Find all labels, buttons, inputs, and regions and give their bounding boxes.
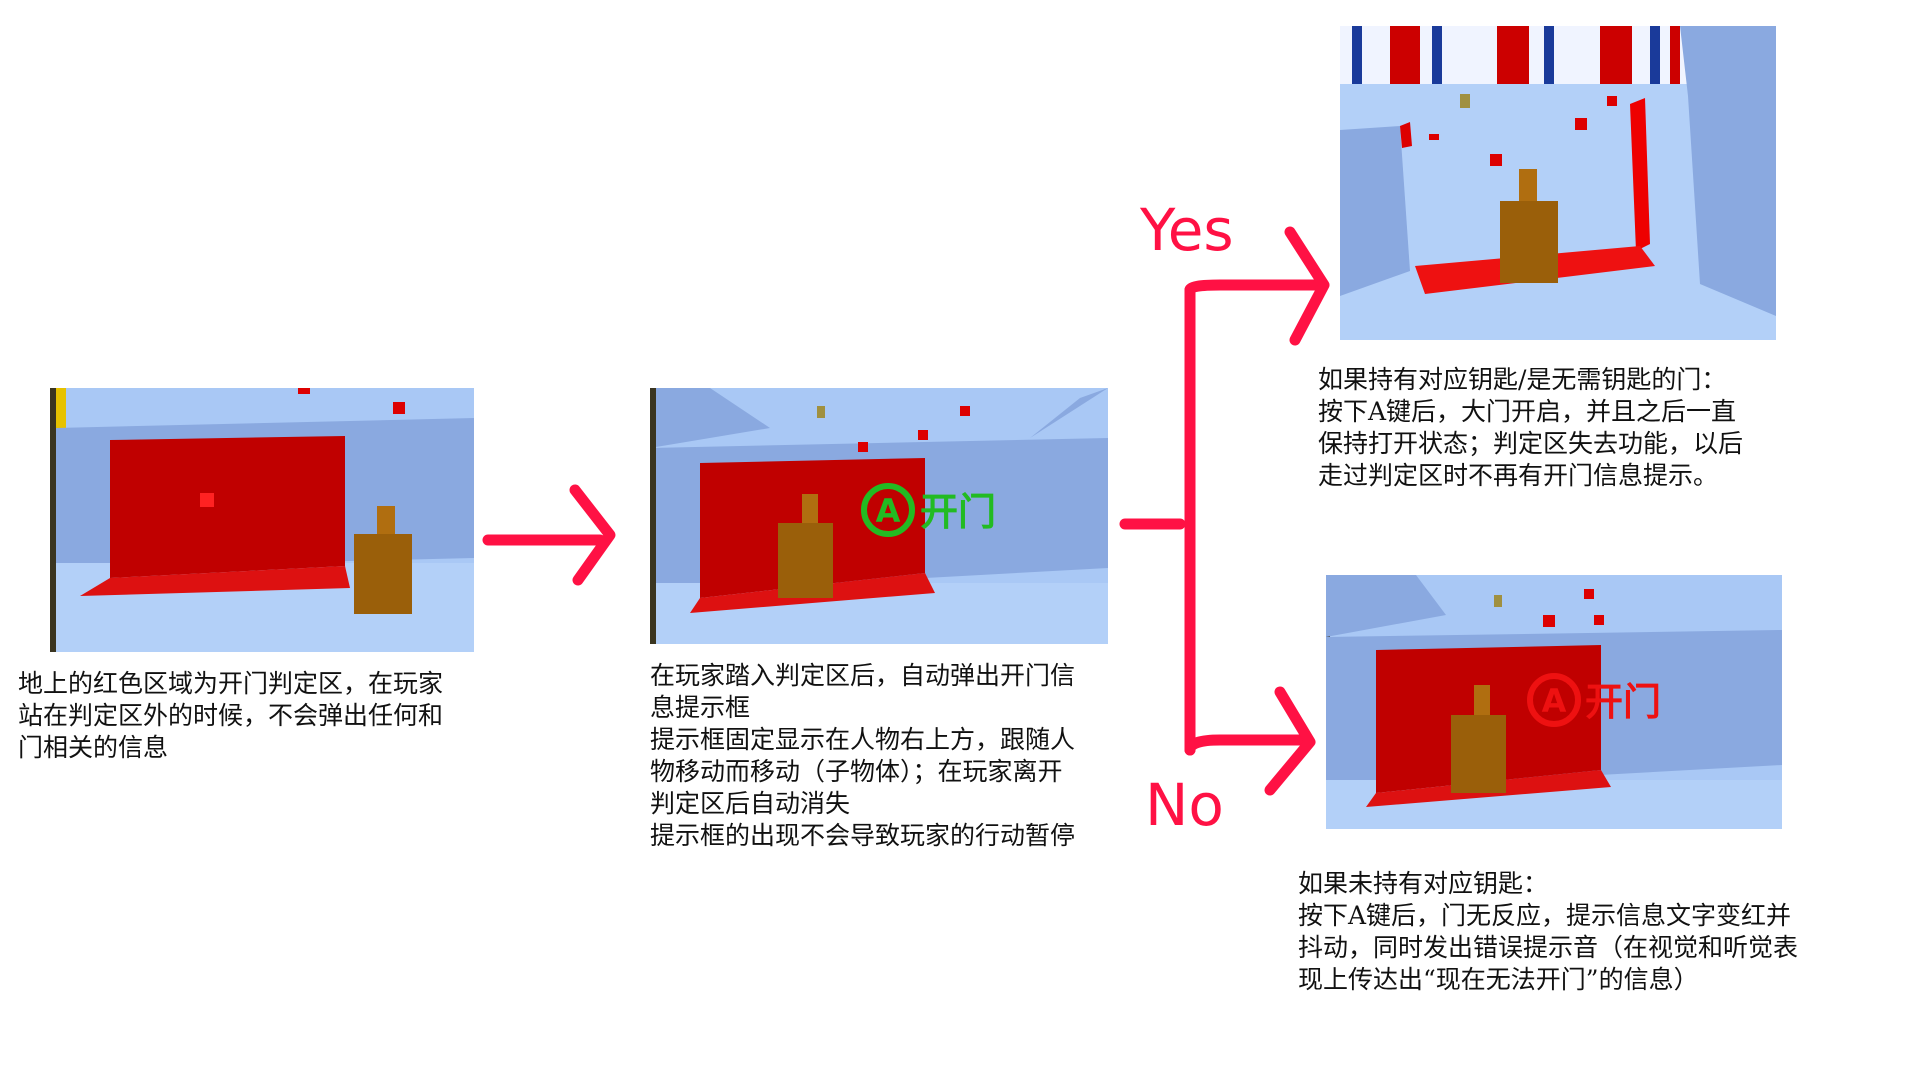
caption-inside-zone: 在玩家踏入判定区后，自动弹出开门信 息提示框 提示框固定显示在人物右上方，跟随人… (650, 661, 1076, 850)
prompt-text: 开门 (920, 490, 996, 534)
red-marker (1607, 96, 1617, 106)
character-body (1451, 715, 1506, 793)
character-head (802, 494, 818, 524)
red-marker (1584, 589, 1594, 599)
red-marker (1594, 615, 1604, 625)
character-head (1474, 685, 1490, 717)
pillar (1352, 26, 1362, 84)
pillar (1544, 26, 1554, 84)
red-marker (393, 402, 405, 414)
arrow-1-head (569, 484, 616, 586)
screenshot-door-locked: A 开门 (1326, 575, 1782, 829)
pillar (1600, 26, 1632, 84)
game-scene-locked: A 开门 (1326, 575, 1782, 829)
red-marker (858, 442, 868, 452)
door-prompt-error: A 开门 (1527, 673, 1661, 727)
door-zone-back (110, 436, 345, 578)
red-marker (960, 406, 970, 416)
red-marker (1429, 134, 1439, 140)
pillar (1497, 26, 1529, 84)
character-body (1500, 201, 1558, 283)
red-marker (1400, 122, 1412, 148)
distant-object (1494, 595, 1502, 607)
screenshot-outside-zone (50, 388, 474, 652)
prompt-text: 开门 (1585, 680, 1661, 724)
left-wall (1340, 126, 1410, 296)
yes-arrow-head (1284, 226, 1330, 346)
screenshot-inside-zone: A 开门 (650, 388, 1108, 644)
red-marker (1575, 118, 1587, 130)
no-arrow-shaft (1184, 734, 1306, 756)
left-edge (650, 388, 656, 644)
character-head (1519, 169, 1537, 201)
pillar (1432, 26, 1442, 84)
red-marker (200, 493, 214, 507)
pillar (1390, 26, 1420, 84)
red-marker (1490, 154, 1502, 166)
yellow-post (56, 388, 66, 428)
caption-door-locked: 如果未持有对应钥匙： 按下A键后，门无反应，提示信息文字变红并 抖动，同时发出错… (1298, 869, 1799, 994)
pillar (1650, 26, 1660, 84)
pillar (1670, 26, 1680, 84)
yes-label: Yes (1139, 196, 1234, 264)
red-marker (298, 388, 310, 394)
yes-arrow-shaft (1184, 279, 1324, 296)
no-arrow-head (1264, 686, 1316, 796)
screenshot-door-opened (1340, 26, 1776, 340)
red-marker (918, 430, 928, 440)
game-scene-outside (50, 388, 474, 652)
a-button-label: A (1542, 682, 1567, 720)
distant-object (817, 406, 825, 418)
distant-object (1460, 94, 1470, 108)
game-scene-opened (1340, 26, 1776, 340)
a-button-label: A (876, 492, 901, 530)
character-head (377, 506, 395, 534)
left-edge (50, 388, 56, 652)
red-marker (1543, 615, 1555, 627)
caption-outside-zone: 地上的红色区域为开门判定区，在玩家 站在判定区外的时候，不会弹出任何和 门相关的… (18, 669, 444, 762)
game-scene-inside: A 开门 (650, 388, 1108, 644)
caption-door-opened: 如果持有对应钥匙/是无需钥匙的门： 按下A键后，大门开启，并且之后一直 保持打开… (1318, 365, 1744, 490)
door-prompt: A 开门 (861, 483, 996, 537)
character-body (354, 534, 412, 614)
character-body (778, 523, 833, 598)
